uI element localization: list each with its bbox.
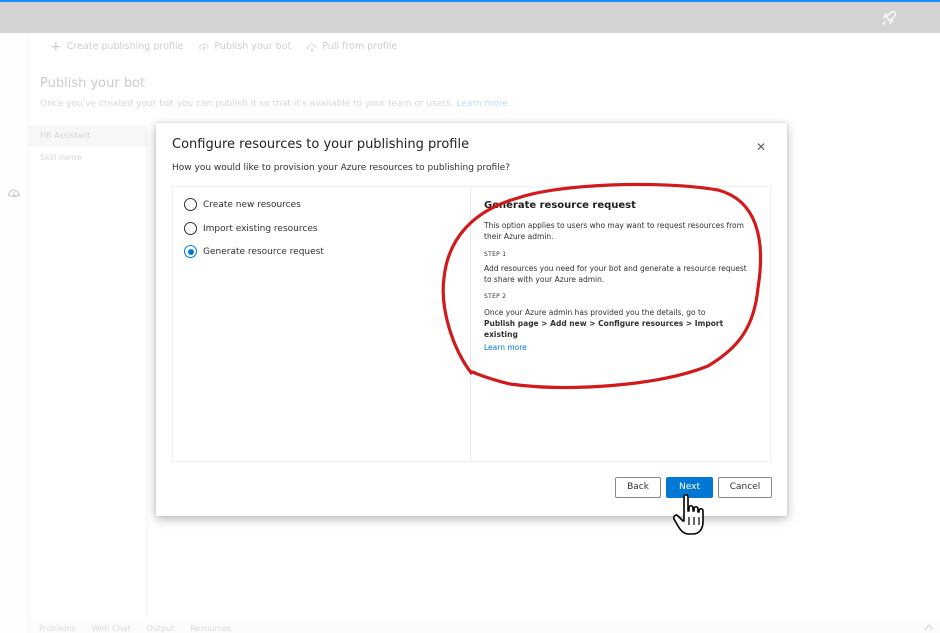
detail-intro: This option applies to users who may wan… (484, 221, 744, 241)
detail-title: Generate resource request (484, 200, 636, 211)
detail-learn-more-link[interactable]: Learn more (484, 343, 527, 352)
resource-options-panel: Create new resources Import existing res… (172, 186, 771, 462)
option-generate-request[interactable]: Generate resource request (184, 245, 324, 258)
radio-generate-request[interactable] (184, 245, 197, 258)
dialog-title: Configure resources to your publishing p… (172, 137, 470, 152)
step2-label: STEP 2 (484, 293, 507, 300)
step1-label: STEP 1 (484, 251, 507, 258)
step2-text: Once your Azure admin has provided you t… (484, 308, 706, 317)
option-detail: Generate resource request This option ap… (472, 187, 770, 461)
radio-import-existing[interactable] (184, 222, 197, 235)
rocket-icon[interactable] (880, 9, 898, 27)
cancel-button[interactable]: Cancel (718, 477, 772, 498)
option-create-new[interactable]: Create new resources (184, 198, 301, 211)
step1-text: Add resources you need for your bot and … (484, 264, 747, 284)
step2-path: Publish page > Add new > Configure resou… (484, 319, 724, 339)
top-bar (0, 2, 940, 33)
options-list: Create new resources Import existing res… (173, 187, 471, 461)
option-create-new-label: Create new resources (203, 199, 301, 210)
configure-resources-dialog: Configure resources to your publishing p… (156, 123, 787, 516)
option-import-existing-label: Import existing resources (203, 223, 318, 234)
next-button[interactable]: Next (666, 477, 713, 498)
close-icon[interactable]: ✕ (754, 140, 768, 154)
option-import-existing[interactable]: Import existing resources (184, 222, 318, 235)
radio-create-new[interactable] (184, 198, 197, 211)
option-generate-request-label: Generate resource request (203, 246, 324, 257)
back-button[interactable]: Back (615, 477, 661, 498)
dialog-subtitle: How you would like to provision your Azu… (172, 163, 510, 173)
